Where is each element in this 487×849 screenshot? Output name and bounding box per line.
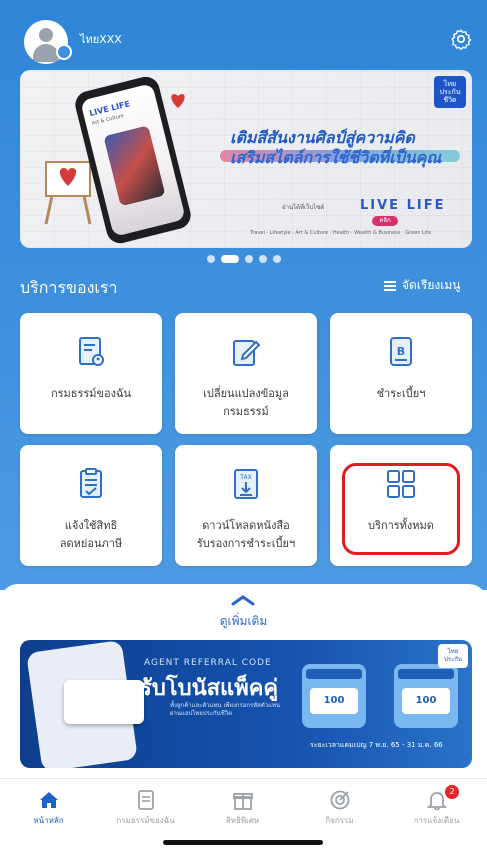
nav-privileges[interactable]: สิทธิพิเศษ (194, 779, 291, 831)
promo-logo: ไทย ประกัน (438, 644, 468, 668)
home-icon (39, 792, 58, 808)
tile-my-policy[interactable]: กรมธรรม์ของฉัน (20, 313, 162, 434)
tax-download-icon: TAX (234, 469, 258, 499)
nav-activities[interactable]: กิจกรรม (291, 779, 388, 831)
baht-payment-icon: B (390, 337, 412, 366)
tile-label-line1: ดาวน์โหลดหนังสือ (202, 519, 290, 532)
promo-reward-value: 100 (402, 688, 450, 714)
tile-change-policy-info[interactable]: เปลี่ยนแปลงข้อมูล กรมธรรม์ (175, 313, 317, 434)
nav-my-policy[interactable]: กรมธรรม์ของฉัน (97, 779, 194, 831)
nav-notifications[interactable]: 2 การแจ้งเตือน (388, 779, 485, 831)
bottom-nav: หน้าหลัก กรมธรรม์ของฉัน สิทธิพิเศษ กิจกร… (0, 778, 487, 830)
tile-label: กรมธรรม์ของฉัน (20, 385, 162, 403)
nav-label: สิทธิพิเศษ (225, 816, 260, 825)
all-services-highlight (342, 463, 460, 555)
tile-label: ชำระเบี้ยฯ (330, 385, 472, 403)
promo-subtitle: AGENT REFERRAL CODE (144, 658, 272, 668)
target-icon (330, 790, 349, 810)
carousel-dot[interactable] (258, 255, 267, 263)
tile-label: ดาวน์โหลดหนังสือ รับรองการชำระเบี้ยฯ (175, 517, 317, 553)
app-header: ไทยXXX (0, 0, 487, 66)
promo-banner[interactable]: LIVE LIFE Art & Culture ไทย ประกัน ชีวิต… (20, 70, 472, 248)
tile-label-line2: กรมธรรม์ (223, 405, 269, 418)
gift-icon (232, 793, 253, 810)
user-name: ไทยXXX (80, 33, 122, 46)
tile-label-line2: รับรองการชำระเบี้ยฯ (196, 537, 296, 550)
sort-menu-label: จัดเรียงเมนู (402, 278, 461, 292)
see-more-link[interactable]: ดูเพิ่มเติม (0, 612, 487, 631)
banner-categories: Travel · Lifestyle · Art & Culture · Hea… (250, 230, 432, 236)
heart-balloon-icon (171, 94, 185, 108)
nav-label: กิจกรรม (325, 816, 354, 825)
promo-date: ระยะเวลาแคมเปญ 7 พ.ย. 65 - 31 ม.ค. 66 (310, 741, 443, 749)
tile-label: แจ้งใช้สิทธิ ลดหย่อนภาษี (20, 517, 162, 553)
edit-profile-icon[interactable] (56, 44, 72, 60)
avatar-head (39, 28, 53, 42)
promo-card-illustration (64, 680, 144, 724)
promo-reward-box: 100 (302, 664, 366, 728)
banner-headline-line1: เติมสีสันงานศิลป์สู่ความคิด (230, 128, 415, 147)
promo-reward-header (306, 669, 362, 679)
live-life-brand: LIVE LIFE (360, 198, 446, 213)
promo-description: ทั้งลูกค้าและตัวแทน เพียงกรอกรหัสตัวแทนผ… (170, 702, 281, 717)
tile-label-line1: กรมธรรม์ของฉัน (50, 387, 132, 400)
gear-icon[interactable] (450, 28, 472, 50)
chevron-up-icon[interactable] (229, 593, 257, 607)
carousel-dot[interactable] (206, 255, 215, 263)
svg-text:B: B (397, 345, 405, 358)
thai-life-logo: ไทย ประกัน ชีวิต (434, 76, 466, 108)
tile-tax-deduction[interactable]: แจ้งใช้สิทธิ ลดหย่อนภาษี (20, 445, 162, 566)
tile-label-line1: แจ้งใช้สิทธิ (64, 519, 118, 532)
banner-live-label: อ่านได้ที่เว็บไซต์ (282, 204, 325, 211)
tile-label: เปลี่ยนแปลงข้อมูล กรมธรรม์ (175, 385, 317, 421)
carousel-dot-active[interactable] (220, 255, 239, 263)
services-title: บริการของเรา (20, 278, 118, 297)
tile-label-line2: ลดหย่อนภาษี (59, 537, 123, 550)
banner-headline-line2: เสริมสไตล์การใช้ชีวิตที่เป็นคุณ (230, 148, 442, 167)
nav-label: หน้าหลัก (33, 816, 64, 825)
nav-home[interactable]: หน้าหลัก (0, 779, 97, 831)
promo-reward-header (398, 669, 454, 679)
home-indicator (163, 840, 323, 845)
menu-icon (384, 280, 396, 291)
document-icon (137, 790, 154, 810)
carousel-dot[interactable] (272, 255, 281, 263)
checklist-icon (80, 468, 102, 498)
sort-menu-button[interactable]: จัดเรียงเมนู (384, 276, 460, 295)
policy-document-icon (79, 337, 104, 366)
tile-pay-premium[interactable]: B ชำระเบี้ยฯ (330, 313, 472, 434)
carousel-dot[interactable] (244, 255, 253, 263)
svg-text:TAX: TAX (239, 474, 251, 481)
referral-promo-banner[interactable]: AGENT REFERRAL CODE รับโบนัสแพ็คคู่ ทั้ง… (20, 640, 472, 768)
tile-label-line1: เปลี่ยนแปลงข้อมูล (203, 387, 289, 400)
tile-label-line1: ชำระเบี้ยฯ (376, 387, 426, 400)
phone-artwork (103, 125, 166, 207)
edit-document-icon (233, 340, 261, 366)
nav-label: กรมธรรม์ของฉัน (116, 816, 175, 825)
carousel-dots (0, 255, 487, 265)
promo-reward-box: 100 (394, 664, 458, 728)
banner-click-badge[interactable]: คลิก (372, 216, 398, 226)
promo-title: รับโบนัสแพ็คคู่ (140, 676, 279, 701)
banner-headline: เติมสีสันงานศิลป์สู่ความคิด เสริมสไตล์กา… (230, 128, 460, 168)
notification-badge: 2 (445, 785, 459, 799)
easel-icon (44, 161, 92, 225)
promo-reward-value: 100 (310, 688, 358, 714)
nav-label: การแจ้งเตือน (413, 816, 460, 825)
tile-download-certificate[interactable]: TAX ดาวน์โหลดหนังสือ รับรองการชำระเบี้ยฯ (175, 445, 317, 566)
